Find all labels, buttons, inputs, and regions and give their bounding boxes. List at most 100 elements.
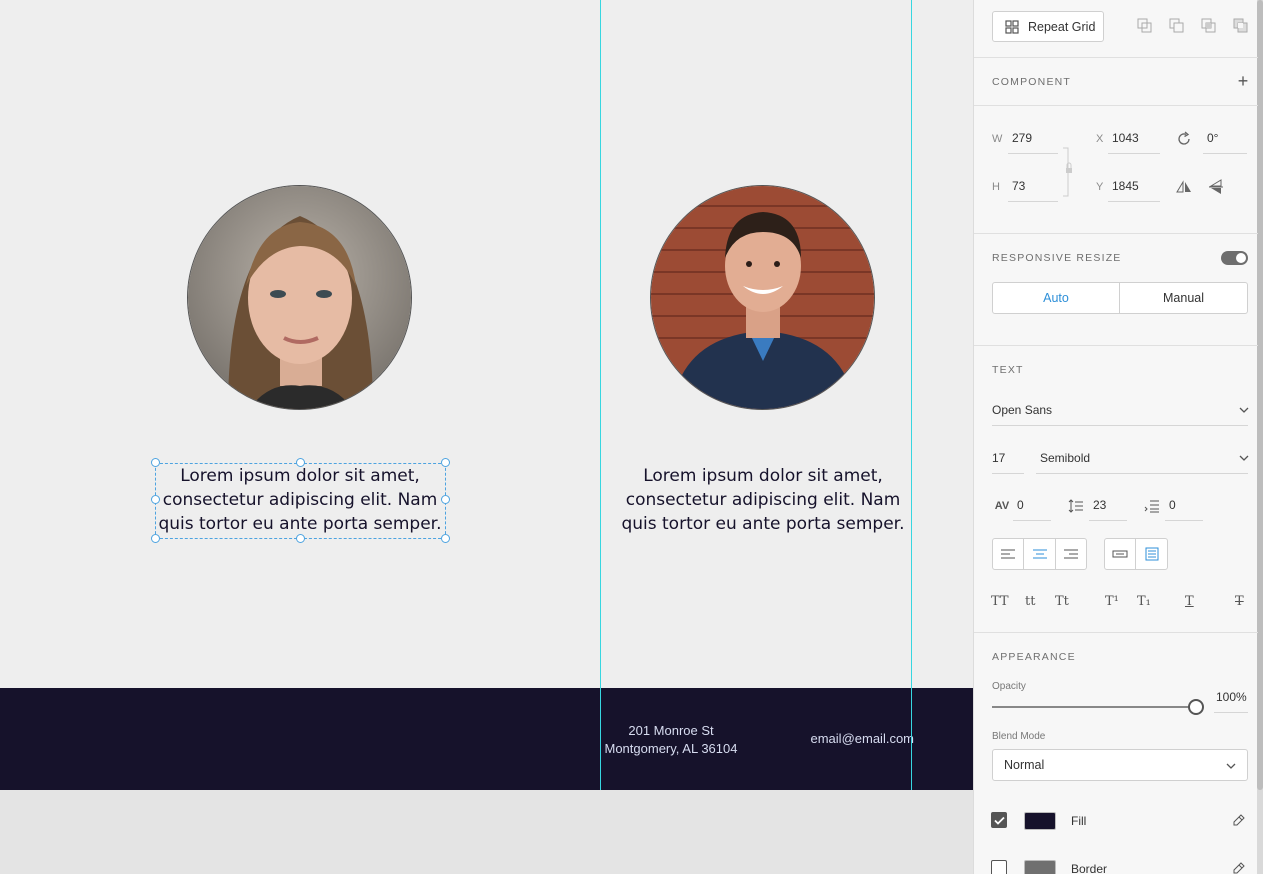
font-family-dropdown[interactable]: Open Sans (992, 403, 1052, 417)
resize-handle-middle-right[interactable] (441, 495, 450, 504)
fill-label: Fill (1071, 814, 1087, 828)
y-input[interactable]: 1845 (1112, 179, 1139, 193)
divider (974, 233, 1258, 234)
resize-manual-button[interactable]: Manual (1119, 282, 1248, 314)
area-text-button[interactable] (1135, 538, 1168, 570)
chevron-down-icon (1226, 763, 1236, 769)
layout-guide-left[interactable] (600, 0, 601, 790)
character-spacing-input[interactable]: 0 (1017, 498, 1024, 512)
flip-horizontal-icon[interactable] (1175, 178, 1193, 196)
footer-email[interactable]: email@email.com (806, 730, 915, 748)
appearance-section-title: APPEARANCE (992, 651, 1076, 663)
opacity-underline (1214, 712, 1248, 713)
titlecase-icon[interactable]: Tt (1055, 594, 1069, 609)
height-input[interactable]: 73 (1012, 179, 1025, 193)
resize-manual-label: Manual (1163, 291, 1204, 305)
point-text-icon (1112, 550, 1128, 558)
uppercase-icon[interactable]: TT (991, 594, 1009, 609)
area-text-icon (1145, 547, 1158, 561)
boolean-exclude-icon[interactable] (1232, 17, 1250, 35)
underline-icon[interactable]: T (1185, 594, 1194, 609)
width-input[interactable]: 279 (1012, 131, 1032, 145)
border-checkbox[interactable] (991, 860, 1007, 874)
paragraph-spacing-underline (1165, 520, 1203, 521)
footer-address[interactable]: 201 Monroe St Montgomery, AL 36104 (600, 722, 742, 758)
layout-guide-right[interactable] (911, 0, 912, 790)
opacity-input[interactable]: 100% (1216, 690, 1247, 704)
design-canvas[interactable]: Lorem ipsum dolor sit amet, consectetur … (0, 0, 973, 874)
responsive-resize-title: RESPONSIVE RESIZE (992, 252, 1122, 264)
align-left-icon (1001, 549, 1015, 559)
boolean-subtract-icon[interactable] (1168, 17, 1186, 35)
resize-handle-top-left[interactable] (151, 458, 160, 467)
opacity-slider-thumb[interactable] (1188, 699, 1204, 715)
component-section-title: COMPONENT (992, 76, 1072, 88)
line-spacing-underline (1089, 520, 1127, 521)
rotation-input[interactable]: 0° (1207, 131, 1218, 145)
divider (974, 345, 1258, 346)
fill-checkbox[interactable] (991, 812, 1007, 828)
superscript-icon[interactable]: T¹ (1105, 594, 1119, 609)
subscript-icon[interactable]: T₁ (1137, 594, 1151, 609)
border-color-swatch[interactable] (1024, 860, 1056, 874)
flip-vertical-icon[interactable] (1207, 178, 1225, 196)
border-label: Border (1071, 862, 1108, 874)
resize-handle-bottom-middle[interactable] (296, 534, 305, 543)
font-family-underline (992, 425, 1248, 426)
inspector-scrollbar-thumb[interactable] (1257, 0, 1263, 790)
align-center-button[interactable] (1023, 538, 1056, 570)
selection-box (155, 463, 446, 539)
repeat-grid-button[interactable]: Repeat Grid (992, 11, 1104, 42)
responsive-resize-toggle[interactable] (1221, 251, 1248, 265)
resize-auto-button[interactable]: Auto (992, 282, 1120, 314)
avatar-woman[interactable] (187, 185, 412, 410)
resize-handle-top-right[interactable] (441, 458, 450, 467)
man-portrait-image (651, 186, 874, 409)
repeat-grid-label: Repeat Grid (1028, 19, 1096, 34)
blend-mode-label: Blend Mode (992, 731, 1046, 742)
resize-handle-bottom-right[interactable] (441, 534, 450, 543)
add-component-icon[interactable]: + (1234, 71, 1252, 91)
font-weight-dropdown[interactable]: Semibold (1040, 451, 1090, 465)
align-right-button[interactable] (1055, 538, 1087, 570)
blend-mode-dropdown[interactable]: Normal (992, 749, 1248, 781)
character-spacing-icon: AV (994, 500, 1010, 512)
lowercase-icon[interactable]: tt (1025, 594, 1035, 609)
strikethrough-icon[interactable]: T (1235, 594, 1244, 609)
font-size-input[interactable]: 17 (992, 451, 1005, 465)
y-underline (1108, 201, 1160, 202)
paragraph-spacing-input[interactable]: 0 (1169, 498, 1176, 512)
width-label: W (992, 133, 1003, 145)
height-underline (1008, 201, 1058, 202)
avatar-man[interactable] (650, 185, 875, 410)
align-right-icon (1064, 549, 1078, 559)
x-input[interactable]: 1043 (1112, 131, 1139, 145)
point-text-button[interactable] (1104, 538, 1136, 570)
y-label: Y (1096, 181, 1104, 193)
footer-address-line2: Montgomery, AL 36104 (604, 741, 738, 756)
align-center-icon (1032, 549, 1047, 559)
align-left-button[interactable] (992, 538, 1024, 570)
eyedropper-icon[interactable] (1231, 860, 1247, 874)
resize-handle-middle-left[interactable] (151, 495, 160, 504)
chevron-down-icon[interactable] (1238, 452, 1250, 464)
resize-handle-bottom-left[interactable] (151, 534, 160, 543)
boolean-intersect-icon[interactable] (1200, 17, 1218, 35)
boolean-add-icon[interactable] (1136, 17, 1154, 35)
chevron-down-icon[interactable] (1238, 404, 1250, 416)
woman-portrait-image (188, 186, 411, 409)
text-section-title: TEXT (992, 364, 1024, 376)
bio-text-right[interactable]: Lorem ipsum dolor sit amet, consectetur … (613, 464, 913, 536)
x-underline (1108, 153, 1160, 154)
line-spacing-input[interactable]: 23 (1093, 498, 1106, 512)
opacity-label: Opacity (992, 681, 1026, 692)
artboard[interactable] (0, 0, 973, 790)
checkmark-icon (993, 816, 1005, 825)
resize-handle-top-middle[interactable] (296, 458, 305, 467)
opacity-slider-track[interactable] (992, 706, 1196, 708)
lock-aspect-icon[interactable] (1062, 147, 1074, 197)
eyedropper-icon[interactable] (1231, 812, 1247, 828)
rotate-icon (1175, 130, 1193, 148)
divider (974, 105, 1258, 106)
fill-color-swatch[interactable] (1024, 812, 1056, 830)
